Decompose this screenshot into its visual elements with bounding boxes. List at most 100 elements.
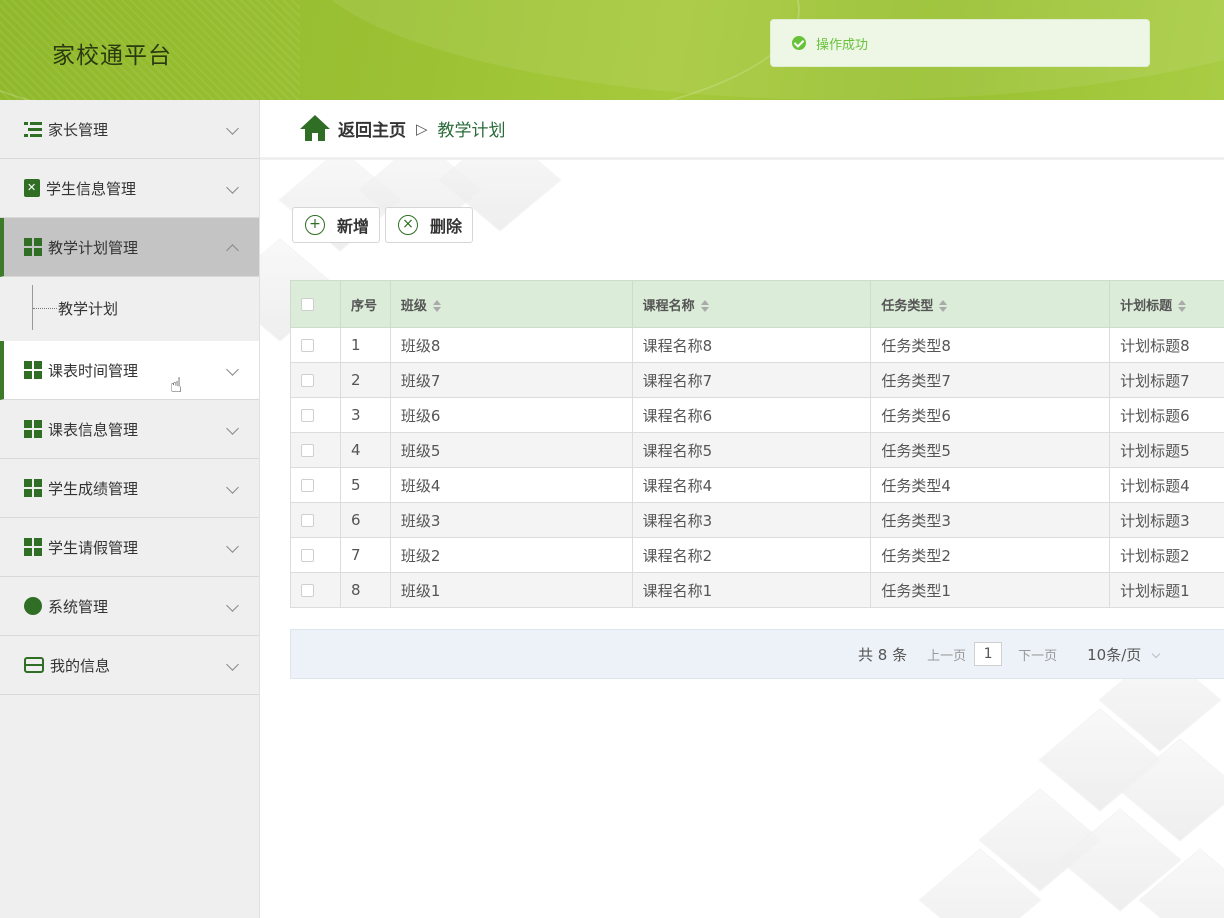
table-cell: 班级6 (389, 397, 633, 433)
prev-page-button[interactable]: 上一页 (927, 645, 966, 664)
sidebar-subitem-teaching-plan[interactable]: 教学计划 (0, 277, 259, 341)
table-cell: 班级1 (389, 572, 633, 608)
top-header: 家校通平台 操作成功 (0, 0, 1224, 100)
table-cell: 班级5 (389, 432, 633, 468)
table-cell: 计划标题7 (1109, 362, 1224, 398)
sort-icon[interactable] (700, 300, 709, 312)
sidebar-item-leave[interactable]: 学生请假管理 (0, 518, 259, 577)
sidebar-item-student-info[interactable]: 学生信息管理 (0, 159, 259, 218)
sidebar-item-grades[interactable]: 学生成绩管理 (0, 459, 259, 518)
clipboard-icon (24, 179, 40, 197)
table-cell: 计划标题8 (1109, 327, 1224, 363)
column-header[interactable]: 课程名称 (631, 280, 872, 328)
row-checkbox[interactable] (301, 549, 314, 562)
row-checkbox[interactable] (301, 514, 314, 527)
row-checkbox[interactable] (301, 339, 314, 352)
sort-icon[interactable] (432, 300, 441, 312)
delete-button-label: 删除 (430, 217, 463, 236)
breadcrumb-home-link[interactable]: 返回主页 (338, 116, 406, 141)
sidebar-item-schedule-time[interactable]: 课表时间管理 (0, 341, 259, 400)
pagination-total: 共 8 条 (858, 645, 908, 664)
table-cell: 班级8 (389, 327, 633, 363)
sort-icon[interactable] (939, 300, 948, 312)
table-cell: 班级2 (389, 537, 633, 573)
sidebar-item-label: 系统管理 (48, 597, 109, 616)
table-cell: 计划标题5 (1109, 432, 1224, 468)
row-select-cell (290, 537, 341, 573)
table-cell: 任务类型6 (870, 397, 1111, 433)
chevron-down-icon (226, 422, 239, 435)
add-button[interactable]: + 新增 (292, 207, 381, 243)
table-cell: 3 (339, 397, 391, 433)
table-cell: 课程名称2 (631, 537, 872, 573)
table-cell: 课程名称7 (631, 362, 872, 398)
delete-button[interactable]: × 删除 (385, 207, 474, 243)
table-cell: 任务类型8 (870, 327, 1111, 363)
table-cell: 计划标题4 (1109, 467, 1224, 503)
table-row[interactable]: 3 班级6 课程名称6 任务类型6 计划标题6 (290, 397, 1224, 433)
sidebar-item-label: 学生信息管理 (46, 179, 137, 198)
column-header[interactable]: 计划标题 (1109, 280, 1224, 328)
table-row[interactable]: 7 班级2 课程名称2 任务类型2 计划标题2 (290, 537, 1224, 573)
page-size-select[interactable]: 10条/页 (1087, 644, 1161, 665)
grid-icon (24, 479, 42, 497)
table-cell: 任务类型7 (870, 362, 1111, 398)
sidebar: 家长管理 学生信息管理 教学计划管理 教学计划 课表时间管理 课表信息管理 学生… (0, 100, 260, 918)
sidebar-item-teaching-plan[interactable]: 教学计划管理 (0, 218, 259, 277)
table-row[interactable]: 1 班级8 课程名称8 任务类型8 计划标题8 (290, 327, 1224, 363)
table-cell: 班级4 (389, 467, 633, 503)
column-header: 序号 (339, 280, 391, 328)
table-row[interactable]: 5 班级4 课程名称4 任务类型4 计划标题4 (290, 467, 1224, 503)
pagination: 共 8 条 上一页 1 下一页 10条/页 (290, 629, 1224, 679)
data-table: 序号 班级 课程名称 任务类型 计划标题 1 班级8 课程名称8 任务类型8 计划标题8… (290, 280, 1224, 608)
sidebar-item-system[interactable]: 系统管理 (0, 577, 259, 636)
table-cell: 4 (339, 432, 391, 468)
select-all-cell (290, 280, 341, 328)
sidebar-item-my-info[interactable]: 我的信息 (0, 636, 259, 695)
table-row[interactable]: 4 班级5 课程名称5 任务类型5 计划标题5 (290, 432, 1224, 468)
sidebar-item-schedule-info[interactable]: 课表信息管理 (0, 400, 259, 459)
sidebar-item-label: 课表信息管理 (48, 420, 139, 439)
table-cell: 计划标题1 (1109, 572, 1224, 608)
sort-icon[interactable] (1178, 300, 1187, 312)
row-checkbox[interactable] (301, 584, 314, 597)
table-row[interactable]: 8 班级1 课程名称1 任务类型1 计划标题1 (290, 572, 1224, 608)
row-checkbox[interactable] (301, 479, 314, 492)
breadcrumb-separator: ▷ (416, 119, 428, 138)
toolbar: + 新增 × 删除 (292, 207, 474, 243)
table-cell: 班级7 (389, 362, 633, 398)
table-row[interactable]: 2 班级7 课程名称7 任务类型7 计划标题7 (290, 362, 1224, 398)
row-checkbox[interactable] (301, 409, 314, 422)
list-icon (24, 120, 42, 138)
sidebar-item-label: 课表时间管理 (48, 361, 139, 380)
home-icon[interactable] (300, 114, 330, 143)
current-page-button[interactable]: 1 (974, 642, 1003, 666)
breadcrumb-current: 教学计划 (437, 121, 506, 141)
chevron-down-icon (226, 540, 239, 553)
grid-icon (24, 538, 42, 556)
sidebar-item-parent-management[interactable]: 家长管理 (0, 100, 259, 159)
column-header[interactable]: 任务类型 (870, 280, 1111, 328)
select-all-checkbox[interactable] (301, 297, 314, 311)
chevron-down-icon (226, 658, 239, 671)
table-row[interactable]: 6 班级3 课程名称3 任务类型3 计划标题3 (290, 502, 1224, 538)
column-header[interactable]: 班级 (389, 280, 633, 328)
grid-icon (24, 238, 42, 256)
row-checkbox[interactable] (301, 374, 314, 387)
sidebar-subitem-label: 教学计划 (58, 300, 119, 318)
next-page-button[interactable]: 下一页 (1018, 645, 1057, 664)
plus-circle-icon: + (305, 215, 325, 235)
grid-icon (24, 361, 42, 379)
chevron-down-icon (226, 363, 239, 376)
add-button-label: 新增 (337, 217, 370, 236)
table-cell: 任务类型1 (870, 572, 1111, 608)
chevron-down-icon (226, 481, 239, 494)
chevron-down-icon (226, 122, 239, 135)
row-checkbox[interactable] (301, 444, 314, 457)
table-cell: 7 (339, 537, 391, 573)
row-select-cell (290, 572, 341, 608)
breadcrumb: 返回主页 ▷ 教学计划 (260, 100, 1224, 160)
table-cell: 任务类型3 (870, 502, 1111, 538)
sidebar-item-label: 教学计划管理 (48, 238, 139, 257)
success-toast: 操作成功 (770, 19, 1150, 67)
